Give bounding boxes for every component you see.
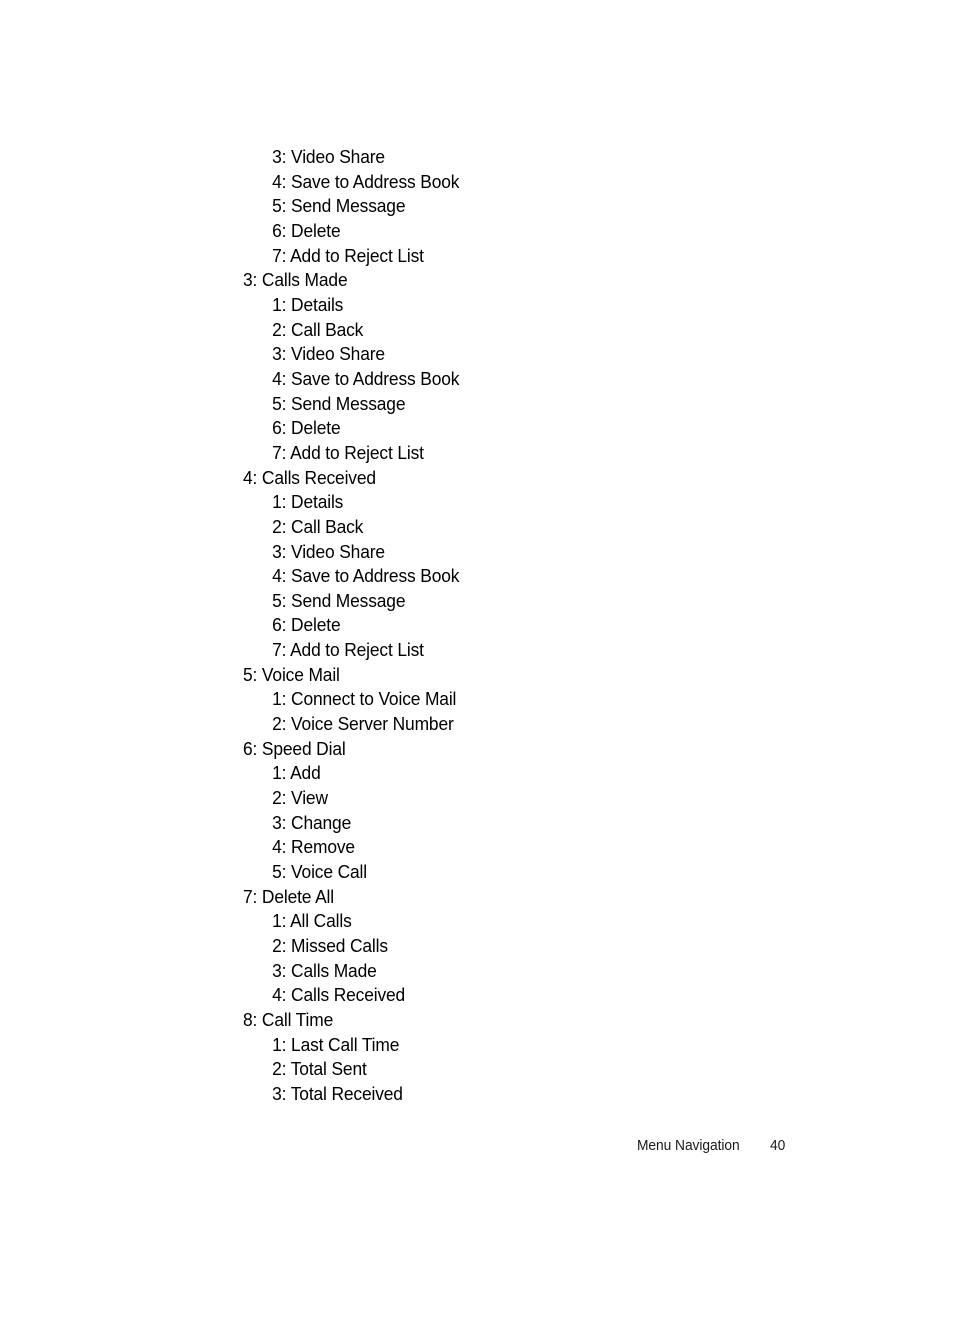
menu-item: 2: Call Back (272, 515, 364, 537)
menu-item: 4: Calls Received (243, 466, 376, 488)
menu-item: 6: Speed Dial (243, 737, 346, 759)
menu-item: 4: Save to Address Book (272, 565, 460, 587)
menu-item: 1: Connect to Voice Mail (272, 688, 457, 710)
menu-item: 4: Save to Address Book (272, 170, 460, 192)
menu-item: 3: Total Received (272, 1082, 403, 1104)
menu-item: 2: Total Sent (272, 1058, 367, 1080)
menu-item: 2: View (272, 787, 328, 809)
menu-item: 2: Call Back (272, 318, 364, 340)
menu-item: 1: Last Call Time (272, 1033, 400, 1055)
menu-item: 2: Missed Calls (272, 935, 388, 956)
menu-item: 2: Voice Server Number (272, 713, 454, 735)
menu-item: 3: Calls Made (243, 269, 348, 291)
menu-item: 7: Add to Reject List (272, 639, 424, 661)
menu-item: 4: Save to Address Book (272, 367, 460, 389)
document-page: 3: Video Share 4: Save to Address Book 5: … (0, 0, 954, 1319)
menu-item: 4: Calls Received (272, 984, 406, 1006)
menu-item: 1: Add (272, 762, 321, 784)
footer-page-number: 40 (770, 1138, 786, 1154)
menu-item: 1: All Calls (272, 910, 352, 932)
menu-item: 7: Add to Reject List (272, 441, 424, 463)
menu-item: 5: Voice Call (272, 861, 367, 883)
menu-item: 6: Delete (272, 417, 341, 439)
menu-item: 3: Video Share (272, 146, 385, 167)
menu-item: 1: Details (272, 293, 344, 315)
menu-item: 6: Delete (272, 614, 341, 636)
menu-item: 3: Video Share (272, 540, 385, 562)
menu-item: 5: Send Message (272, 195, 406, 217)
footer-chapter-title: Menu Navigation (637, 1138, 740, 1154)
menu-item: 1: Details (272, 491, 344, 513)
menu-item: 7: Delete All (243, 885, 334, 907)
menu-item: 3: Calls Made (272, 959, 377, 981)
menu-item: 4: Remove (272, 836, 355, 858)
page-footer: Menu Navigation 40 (0, 1136, 954, 1160)
menu-item: 7: Add to Reject List (272, 244, 424, 266)
menu-tree-list: 3: Video Share 4: Save to Address Book 5: … (243, 145, 803, 1107)
menu-item: 3: Change (272, 811, 352, 833)
menu-item: 5: Send Message (272, 589, 406, 611)
menu-item: 5: Send Message (272, 392, 406, 414)
footer-inner: Menu Navigation 40 (637, 1136, 786, 1156)
menu-item: 5: Voice Mail (243, 663, 340, 685)
menu-item: 8: Call Time (243, 1008, 334, 1030)
menu-item: 3: Video Share (272, 343, 385, 365)
menu-item: 6: Delete (272, 219, 341, 241)
